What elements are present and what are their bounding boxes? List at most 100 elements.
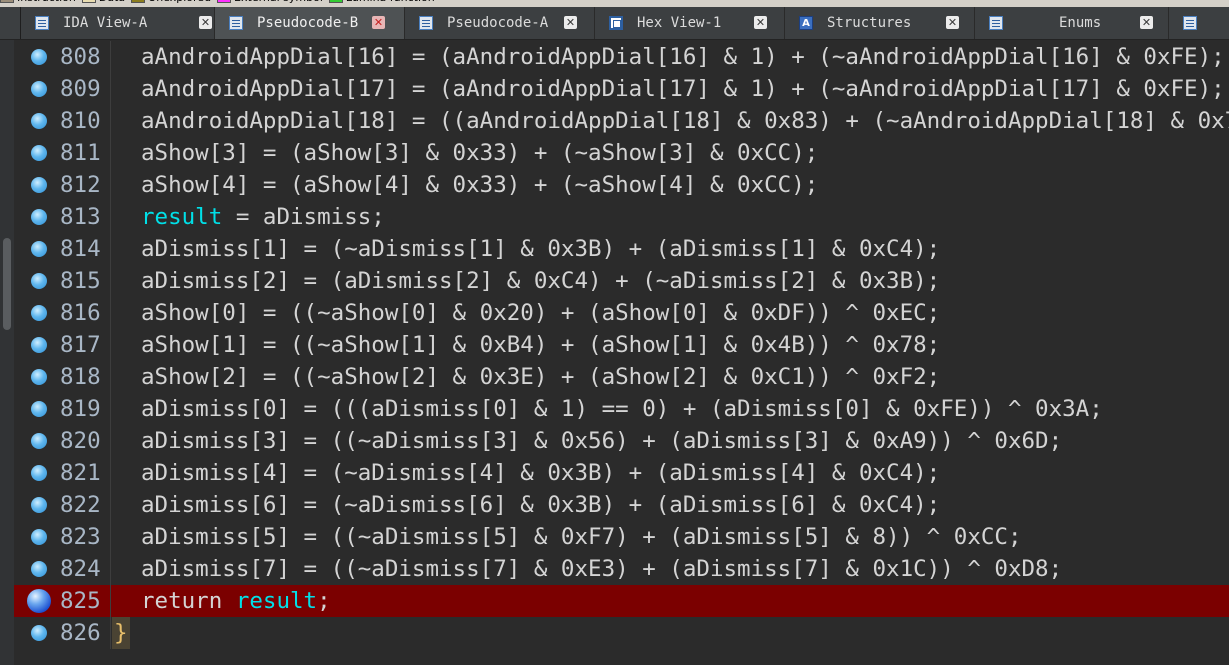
code-line[interactable]: 817 aShow[1] = ((~aShow[1] & 0xB4) + (aSh… (14, 329, 1229, 361)
breakpoint-dot-icon[interactable] (31, 497, 47, 513)
legend-label: Instruction (17, 0, 76, 4)
code-line[interactable]: 811 aShow[3] = (aShow[3] & 0x33) + (~aSho… (14, 137, 1229, 169)
legend-swatch (328, 0, 343, 3)
code-text: result = aDismiss; (141, 204, 385, 230)
gutter-separator (110, 329, 111, 361)
scrollbar-thumb[interactable] (3, 238, 11, 330)
breakpoint-dot-icon[interactable] (31, 305, 47, 321)
code-line[interactable]: 820 aDismiss[3] = ((~aDismiss[3] & 0x56) … (14, 425, 1229, 457)
hex-view-icon (609, 16, 623, 30)
legend-swatch (131, 0, 146, 3)
breakpoint-dot-icon[interactable] (31, 209, 47, 225)
pseudocode-view[interactable]: 808 aAndroidAppDial[16] = (aAndroidAppDia… (0, 40, 1229, 665)
tab-label: Pseudocode-A (447, 15, 549, 31)
line-number: 822 (60, 492, 101, 518)
code-line[interactable]: 814 aDismiss[1] = (~aDismiss[1] & 0x3B) +… (14, 233, 1229, 265)
code-line[interactable]: 809 aAndroidAppDial[17] = (aAndroidAppDia… (14, 73, 1229, 105)
code-line[interactable]: 812 aShow[4] = (aShow[4] & 0x33) + (~aSho… (14, 169, 1229, 201)
close-icon[interactable]: ✕ (1140, 16, 1153, 29)
breakpoint-dot-icon[interactable] (31, 49, 47, 65)
line-number: 810 (60, 108, 101, 134)
current-instruction-marker-icon[interactable] (27, 589, 51, 613)
code-text: aShow[3] = (aShow[3] & 0x33) + (~aShow[3… (141, 140, 819, 166)
code-text: aDismiss[5] = ((~aDismiss[5] & 0xF7) + (… (141, 524, 1022, 550)
structures-icon: A (799, 16, 813, 30)
breakpoint-dot-icon[interactable] (31, 433, 47, 449)
tab-bar: IDA View-A ✕ Pseudocode-B ✕ Pseudocode-A… (0, 7, 1229, 40)
code-line[interactable]: 824 aDismiss[7] = ((~aDismiss[7] & 0xE3) … (14, 553, 1229, 585)
ida-view-icon (35, 16, 49, 30)
tab-hex-view-1[interactable]: Hex View-1 ✕ (595, 7, 785, 39)
gutter-separator (110, 105, 111, 137)
legend-swatch (217, 0, 232, 3)
line-number: 808 (60, 44, 101, 70)
breakpoint-dot-icon[interactable] (31, 145, 47, 161)
code-line[interactable]: 810 aAndroidAppDial[18] = ((aAndroidAppDi… (14, 105, 1229, 137)
close-icon[interactable]: ✕ (564, 16, 577, 29)
legend-item: Instruction (0, 0, 76, 4)
code-text: aShow[2] = ((~aShow[2] & 0x3E) + (aShow[… (141, 364, 941, 390)
breakpoint-dot-icon[interactable] (31, 81, 47, 97)
close-icon[interactable]: ✕ (199, 16, 212, 29)
gutter-separator (110, 457, 111, 489)
breakpoint-dot-icon[interactable] (31, 561, 47, 577)
code-text: } (112, 617, 130, 649)
tab-pseudocode-a[interactable]: Pseudocode-A ✕ (405, 7, 595, 39)
variable: result (141, 204, 223, 230)
gutter-separator (110, 201, 111, 233)
breakpoint-dot-icon[interactable] (31, 337, 47, 353)
line-number: 825 (60, 588, 101, 614)
breakpoint-dot-icon[interactable] (31, 529, 47, 545)
gutter-separator (110, 297, 111, 329)
code-line[interactable]: 816 aShow[0] = ((~aShow[0] & 0x20) + (aSh… (14, 297, 1229, 329)
tab-structures[interactable]: A Structures ✕ (785, 7, 975, 39)
breakpoint-dot-icon[interactable] (31, 401, 47, 417)
line-number: 824 (60, 556, 101, 582)
code-line[interactable]: 819 aDismiss[0] = (((aDismiss[0] & 1) == … (14, 393, 1229, 425)
legend-swatch (81, 0, 96, 3)
pseudocode-icon (229, 16, 243, 30)
gutter-separator (110, 233, 111, 265)
tab-enums[interactable]: Enums ✕ (975, 7, 1169, 39)
code-line[interactable]: 808 aAndroidAppDial[16] = (aAndroidAppDia… (14, 41, 1229, 73)
code-line[interactable]: 821 aDismiss[4] = (~aDismiss[4] & 0x3B) +… (14, 457, 1229, 489)
code-text: aShow[0] = ((~aShow[0] & 0x20) + (aShow[… (141, 300, 941, 326)
line-number: 816 (60, 300, 101, 326)
code-line[interactable]: 815 aDismiss[2] = (aDismiss[2] & 0xC4) + … (14, 265, 1229, 297)
breakpoint-dot-icon[interactable] (31, 625, 47, 641)
tab-overflow[interactable] (1169, 7, 1229, 39)
gutter-separator (110, 425, 111, 457)
close-icon[interactable]: ✕ (754, 16, 767, 29)
code-line[interactable]: 818 aShow[2] = ((~aShow[2] & 0x3E) + (aSh… (14, 361, 1229, 393)
code-text: aShow[1] = ((~aShow[1] & 0xB4) + (aShow[… (141, 332, 941, 358)
breakpoint-dot-icon[interactable] (31, 241, 47, 257)
tab-ida-view-a[interactable]: IDA View-A ✕ (21, 7, 215, 39)
legend-label: Unexplored (148, 0, 211, 4)
tab-label: IDA View-A (63, 15, 148, 31)
code-line[interactable]: 813 result = aDismiss; (14, 201, 1229, 233)
gutter-separator (110, 393, 111, 425)
code-text: return result; (141, 585, 331, 617)
line-number: 821 (60, 460, 101, 486)
code-line[interactable]: 822 aDismiss[6] = (~aDismiss[6] & 0x3B) +… (14, 489, 1229, 521)
tab-label: Pseudocode-B (257, 15, 359, 31)
breakpoint-dot-icon[interactable] (31, 465, 47, 481)
tab-pseudocode-b[interactable]: Pseudocode-B ✕ (215, 7, 405, 39)
gutter-separator (110, 73, 111, 105)
gutter-separator (110, 137, 111, 169)
code-line[interactable]: 826} (14, 617, 1229, 649)
breakpoint-dot-icon[interactable] (31, 369, 47, 385)
line-number: 814 (60, 236, 101, 262)
close-icon[interactable]: ✕ (946, 16, 959, 29)
breakpoint-dot-icon[interactable] (31, 273, 47, 289)
gutter-separator (110, 521, 111, 553)
breakpoint-dot-icon[interactable] (31, 177, 47, 193)
code-line[interactable]: 823 aDismiss[5] = ((~aDismiss[5] & 0xF7) … (14, 521, 1229, 553)
vertical-scrollbar[interactable] (0, 40, 14, 665)
code-line[interactable]: 825 return result; (14, 585, 1229, 617)
pseudocode-icon (419, 16, 433, 30)
breakpoint-dot-icon[interactable] (31, 113, 47, 129)
code-text: aDismiss[6] = (~aDismiss[6] & 0x3B) + (a… (141, 492, 941, 518)
code-text: aDismiss[3] = ((~aDismiss[3] & 0x56) + (… (141, 428, 1063, 454)
close-icon[interactable]: ✕ (372, 16, 385, 29)
